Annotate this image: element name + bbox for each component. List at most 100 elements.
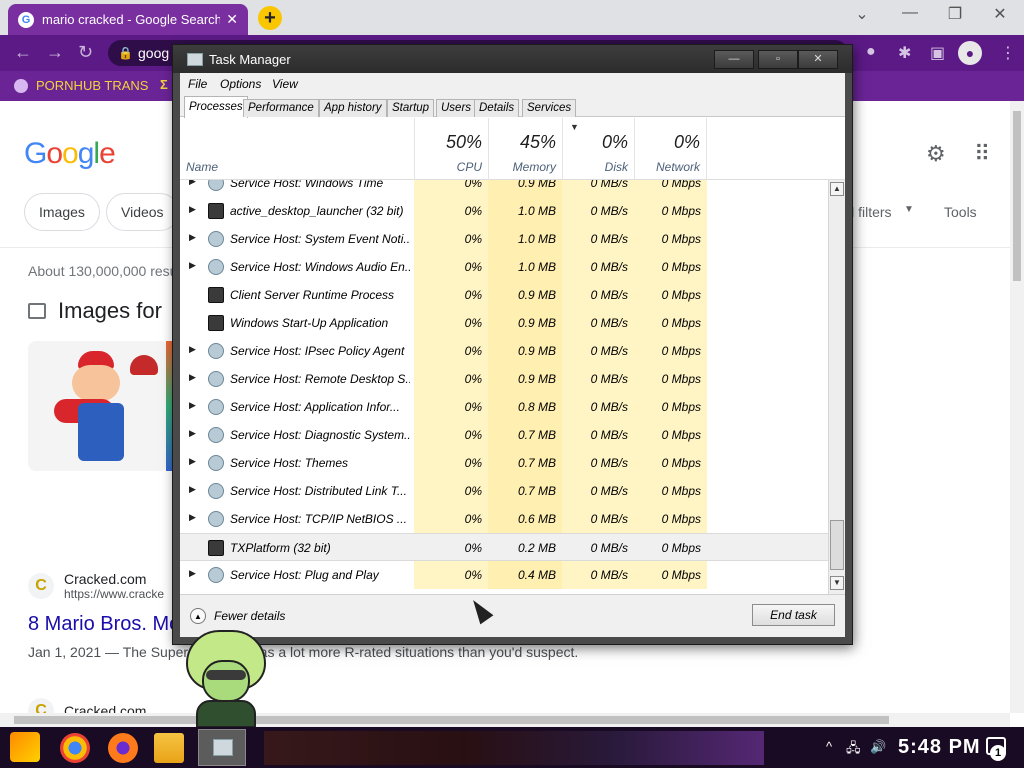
system-clock[interactable]: 5:48 PM	[898, 736, 981, 759]
filters-chevron-down-icon[interactable]: ▼	[904, 204, 914, 215]
back-arrow-icon[interactable]: ←	[14, 42, 32, 63]
process-network: 0 Mbps	[634, 309, 707, 337]
restore-button[interactable]: ❐	[935, 4, 975, 24]
expand-chevron-right-icon[interactable]: ▶	[189, 512, 196, 523]
lock-icon[interactable]: 🔒	[118, 40, 133, 66]
tab-app-history[interactable]: App history	[319, 99, 387, 117]
bookmark-sigma-icon[interactable]: Σ	[160, 77, 168, 92]
process-row[interactable]: ▶ Service Host: Application Infor... 0% 0.8…	[180, 393, 832, 421]
column-cpu[interactable]: 50% CPU	[414, 118, 488, 180]
task-manager-titlebar[interactable]: Task Manager — ▫ ✕	[173, 45, 852, 73]
tab-search-icon[interactable]: ⌄	[842, 4, 882, 24]
expand-chevron-right-icon[interactable]: ▶	[189, 428, 196, 439]
process-list-scrollbar[interactable]: ▲ ▼	[828, 180, 845, 594]
minimize-button[interactable]: —	[890, 4, 930, 22]
process-row[interactable]: ▶ Service Host: Distributed Link T... 0% 0.…	[180, 477, 832, 505]
process-row[interactable]: TXPlatform (32 bit) 0% 0.2 MB 0 MB/s 0 Mbps	[180, 533, 832, 561]
file-explorer-taskbar-icon[interactable]	[154, 733, 184, 763]
apps-grid-icon[interactable]: ⠿	[974, 141, 990, 167]
new-tab-button[interactable]: +	[258, 6, 282, 30]
extensions-puzzle-icon[interactable]: ✱	[898, 43, 911, 63]
task-manager-icon	[187, 53, 203, 66]
tools-button[interactable]: Tools	[944, 204, 977, 220]
page-vertical-scrollbar[interactable]	[1010, 101, 1024, 713]
column-disk[interactable]: 0% Disk	[562, 118, 634, 180]
volume-icon[interactable]: 🔊	[870, 739, 886, 755]
page-horizontal-scrollbar[interactable]	[0, 713, 1010, 727]
scroll-up-arrow-icon[interactable]: ▲	[830, 182, 844, 196]
process-network: 0 Mbps	[634, 505, 707, 533]
show-hidden-icons-chevron-icon[interactable]: ^	[826, 739, 832, 754]
tab-performance[interactable]: Performance	[243, 99, 319, 117]
process-row[interactable]: ▶ Service Host: Remote Desktop S... 0% 0.9 …	[180, 365, 832, 393]
task-manager-taskbar-button[interactable]	[198, 729, 246, 766]
extension-avatar-icon[interactable]: ●	[866, 43, 876, 61]
expand-chevron-right-icon[interactable]: ▶	[189, 344, 196, 355]
process-row[interactable]: ▶ Service Host: TCP/IP NetBIOS ... 0% 0.6 M…	[180, 505, 832, 533]
forward-arrow-icon[interactable]: →	[46, 42, 64, 63]
process-row[interactable]: ▶ Service Host: Diagnostic System... 0% 0.7…	[180, 421, 832, 449]
expand-chevron-right-icon[interactable]: ▶	[189, 400, 196, 411]
bookmark-item[interactable]: PORNHUB TRANS	[14, 78, 148, 93]
fewer-details-button[interactable]: ▲ Fewer details	[190, 608, 285, 624]
tm-minimize-button[interactable]: —	[714, 50, 754, 69]
column-name[interactable]: Name	[186, 160, 218, 174]
reload-icon[interactable]: ↻	[78, 42, 93, 63]
browser-tab[interactable]: G mario cracked - Google Search ✕	[8, 4, 248, 35]
process-row[interactable]: ▶ Service Host: System Event Noti... 0% 1.0…	[180, 225, 832, 253]
menu-view[interactable]: View	[272, 77, 298, 91]
process-row[interactable]: ▶ Service Host: Plug and Play 0% 0.4 MB 0 MB…	[180, 561, 832, 589]
images-heading[interactable]: Images for	[28, 298, 162, 324]
tab-services[interactable]: Services	[522, 99, 577, 117]
expand-chevron-right-icon[interactable]: ▶	[189, 180, 196, 187]
tab-startup[interactable]: Startup	[387, 99, 435, 117]
tab-details[interactable]: Details	[474, 99, 520, 117]
start-button[interactable]	[10, 732, 40, 762]
process-row[interactable]: ▶ Service Host: Windows Audio En... 0% 1.0 …	[180, 253, 832, 281]
scrollbar-thumb[interactable]	[830, 520, 844, 570]
mario-thumbnail[interactable]	[28, 341, 168, 471]
chrome-taskbar-icon[interactable]	[60, 733, 90, 763]
expand-chevron-right-icon[interactable]: ▶	[189, 372, 196, 383]
images-chip[interactable]: Images	[24, 193, 100, 231]
process-cpu: 0%	[414, 393, 488, 421]
expand-chevron-right-icon[interactable]: ▶	[189, 568, 196, 579]
expand-chevron-right-icon[interactable]: ▶	[189, 456, 196, 467]
tab-users[interactable]: Users	[436, 99, 477, 117]
column-network[interactable]: 0% Network	[634, 118, 707, 180]
end-task-button[interactable]: End task	[752, 604, 835, 626]
expand-chevron-right-icon[interactable]: ▶	[189, 204, 196, 215]
videos-chip[interactable]: Videos	[106, 193, 179, 231]
process-memory: 0.9 MB	[488, 180, 562, 197]
google-logo[interactable]: Google	[24, 137, 116, 171]
network-icon[interactable]: 🖧	[846, 739, 861, 761]
menu-kebab-icon[interactable]: ⋮	[1000, 43, 1016, 63]
profile-avatar-icon[interactable]: ●	[958, 41, 982, 65]
tm-maximize-button[interactable]: ▫	[758, 50, 798, 69]
process-row[interactable]: ▶ Service Host: IPsec Policy Agent 0% 0.9 M…	[180, 337, 832, 365]
tab-processes[interactable]: Processes	[184, 96, 248, 118]
menu-file[interactable]: File	[188, 77, 207, 91]
application-icon	[208, 287, 224, 303]
close-window-button[interactable]: ✕	[980, 4, 1020, 24]
firefox-taskbar-icon[interactable]	[108, 733, 138, 763]
close-tab-icon[interactable]: ✕	[226, 11, 238, 28]
process-row[interactable]: Client Server Runtime Process 0% 0.9 MB 0 M…	[180, 281, 832, 309]
scroll-down-arrow-icon[interactable]: ▼	[830, 576, 844, 590]
menu-options[interactable]: Options	[220, 77, 261, 91]
process-row[interactable]: ▶ Service Host: Windows Time 0% 0.9 MB 0 MB/…	[180, 180, 832, 197]
sidepanel-icon[interactable]: ▣	[930, 43, 945, 63]
process-name: Windows Start-Up Application	[230, 316, 389, 330]
process-row[interactable]: ▶ active_desktop_launcher (32 bit) 0% 1.0 M…	[180, 197, 832, 225]
expand-chevron-right-icon[interactable]: ▶	[189, 484, 196, 495]
tm-close-button[interactable]: ✕	[798, 50, 838, 69]
process-row[interactable]: Windows Start-Up Application 0% 0.9 MB 0 MB…	[180, 309, 832, 337]
process-row[interactable]: ▶ Service Host: Themes 0% 0.7 MB 0 MB/s 0 Mbp…	[180, 449, 832, 477]
column-memory[interactable]: 45% Memory	[488, 118, 562, 180]
settings-gear-icon[interactable]: ⚙	[926, 141, 946, 167]
expand-chevron-right-icon[interactable]: ▶	[189, 232, 196, 243]
result-url[interactable]: https://www.cracke	[64, 587, 164, 601]
expand-chevron-right-icon[interactable]: ▶	[189, 260, 196, 271]
process-cpu: 0%	[414, 253, 488, 281]
all-filters-button[interactable]: ll filters	[848, 204, 892, 220]
